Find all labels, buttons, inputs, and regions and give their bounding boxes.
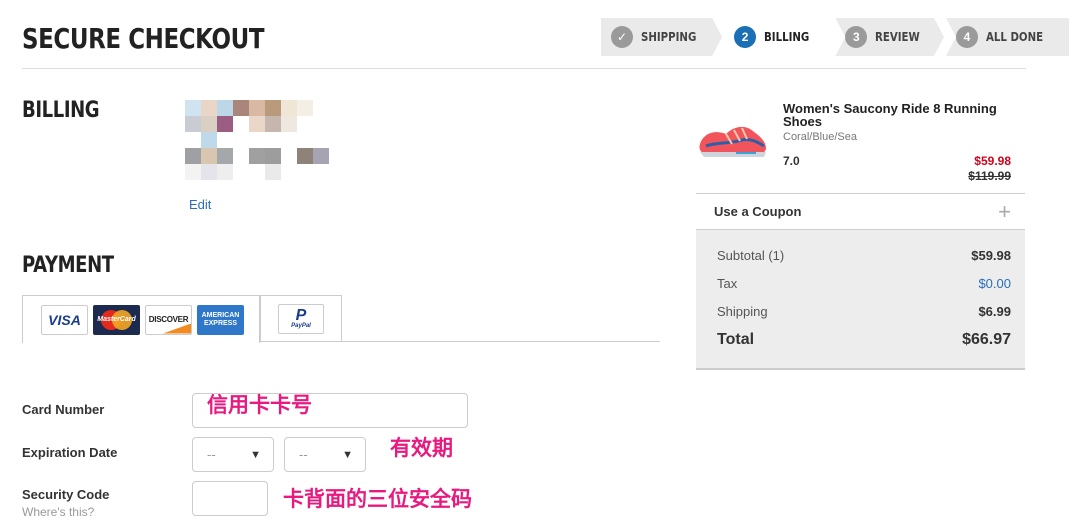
shipping-label: Shipping: [717, 304, 768, 319]
payment-heading: PAYMENT: [22, 253, 114, 278]
step-billing: 2 BILLING: [724, 18, 833, 56]
expiration-month-select[interactable]: -- ▼: [192, 437, 274, 472]
product-size: 7.0: [783, 154, 800, 168]
step-label: REVIEW: [875, 30, 921, 44]
step-shipping[interactable]: ✓ SHIPPING: [601, 18, 722, 56]
product-sale-price: $59.98: [974, 154, 1011, 168]
total-row: Total $66.97: [717, 331, 1011, 349]
discover-logo: DISCOVER: [145, 304, 192, 335]
amex-logo-line2: EXPRESS: [203, 319, 238, 327]
dropdown-arrow-icon: ▼: [250, 448, 261, 461]
paypal-logo: P PayPal: [278, 303, 324, 334]
dropdown-arrow-icon: ▼: [342, 448, 353, 461]
expiration-month-value: --: [207, 447, 216, 462]
step-label: BILLING: [764, 30, 810, 44]
tab-credit-card[interactable]: VISA MasterCard DISCOVER AMERICAN EXPRES…: [22, 295, 260, 343]
visa-logo: VISA: [41, 304, 88, 335]
use-coupon-toggle[interactable]: Use a Coupon +: [696, 193, 1025, 230]
tax-value: $0.00: [978, 276, 1011, 291]
subtotal-value: $59.98: [971, 248, 1011, 263]
expiration-year-select[interactable]: -- ▼: [284, 437, 366, 472]
step-label: SHIPPING: [641, 30, 697, 44]
paypal-logo-text: PayPal: [291, 322, 311, 329]
billing-heading: BILLING: [22, 98, 100, 123]
annotation-security-code: 卡背面的三位安全码: [283, 487, 472, 511]
shoe-product-image: [699, 126, 766, 157]
step-label: ALL DONE: [986, 30, 1044, 44]
total-label: Total: [717, 331, 755, 348]
cart-item: Women's Saucony Ride 8 Running Shoes Cor…: [696, 96, 1025, 192]
subtotal-label: Subtotal (1): [717, 248, 785, 263]
product-color: Coral/Blue/Sea: [783, 131, 857, 143]
expiration-year-value: --: [299, 447, 308, 462]
edit-billing-link[interactable]: Edit: [189, 197, 211, 212]
step-all-done: 4 ALL DONE: [946, 18, 1070, 56]
step-number-badge: 4: [956, 26, 978, 48]
tab-paypal[interactable]: P PayPal: [260, 295, 342, 341]
expiration-date-label: Expiration Date: [22, 445, 118, 460]
billing-address-redacted: [185, 100, 330, 182]
annotation-expiration: 有效期: [390, 436, 453, 460]
step-number-badge: 2: [734, 26, 756, 48]
mastercard-logo: MasterCard: [93, 304, 140, 335]
security-code-input[interactable]: [192, 481, 268, 516]
security-code-help-link[interactable]: Where's this?: [22, 505, 94, 519]
amex-logo-line1: AMERICAN: [201, 311, 240, 319]
total-value: $66.97: [962, 331, 1011, 348]
security-code-label: Security Code: [22, 487, 110, 502]
tax-label: Tax: [717, 276, 738, 291]
tax-row: Tax $0.00: [717, 276, 1011, 291]
checkout-stepper: ✓ SHIPPING 2 BILLING 3 REVIEW 4 ALL DONE: [601, 18, 1071, 56]
check-icon: ✓: [611, 26, 633, 48]
product-original-price: $119.99: [968, 169, 1011, 183]
plus-icon[interactable]: +: [998, 200, 1011, 222]
shipping-row: Shipping $6.99: [717, 304, 1011, 319]
paypal-p-icon: P: [295, 306, 307, 324]
mastercard-logo-text: MasterCard: [97, 316, 136, 323]
product-name: Women's Saucony Ride 8 Running Shoes: [783, 101, 997, 129]
shipping-value: $6.99: [978, 304, 1011, 319]
card-number-label: Card Number: [22, 402, 105, 417]
header-divider: [22, 68, 1026, 69]
amex-logo: AMERICAN EXPRESS: [197, 304, 244, 335]
step-review: 3 REVIEW: [835, 18, 944, 56]
order-totals: Subtotal (1) $59.98 Tax $0.00 Shipping $…: [696, 230, 1025, 370]
payment-method-tabs: VISA MasterCard DISCOVER AMERICAN EXPRES…: [22, 295, 660, 343]
annotation-card-number: 信用卡卡号: [207, 393, 312, 417]
step-number-badge: 3: [845, 26, 867, 48]
page-title: SECURE CHECKOUT: [22, 22, 265, 55]
coupon-label: Use a Coupon: [714, 204, 802, 219]
subtotal-row: Subtotal (1) $59.98: [717, 248, 1011, 263]
